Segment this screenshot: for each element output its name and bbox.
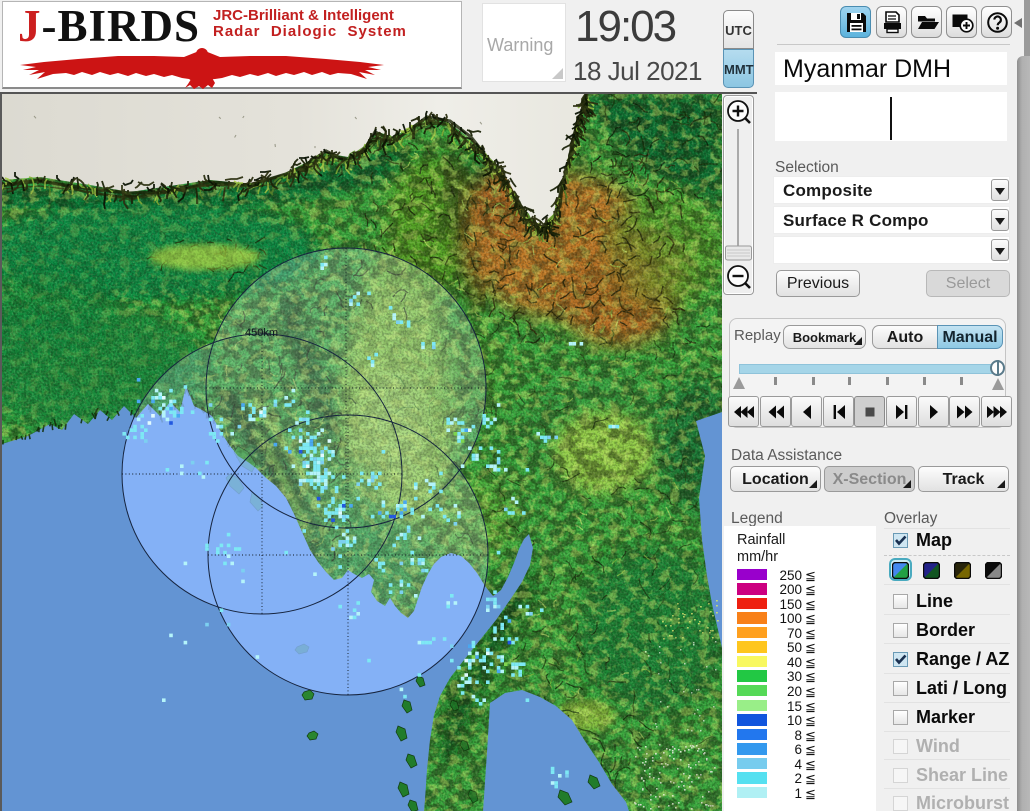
svg-text:450km: 450km <box>245 327 278 339</box>
